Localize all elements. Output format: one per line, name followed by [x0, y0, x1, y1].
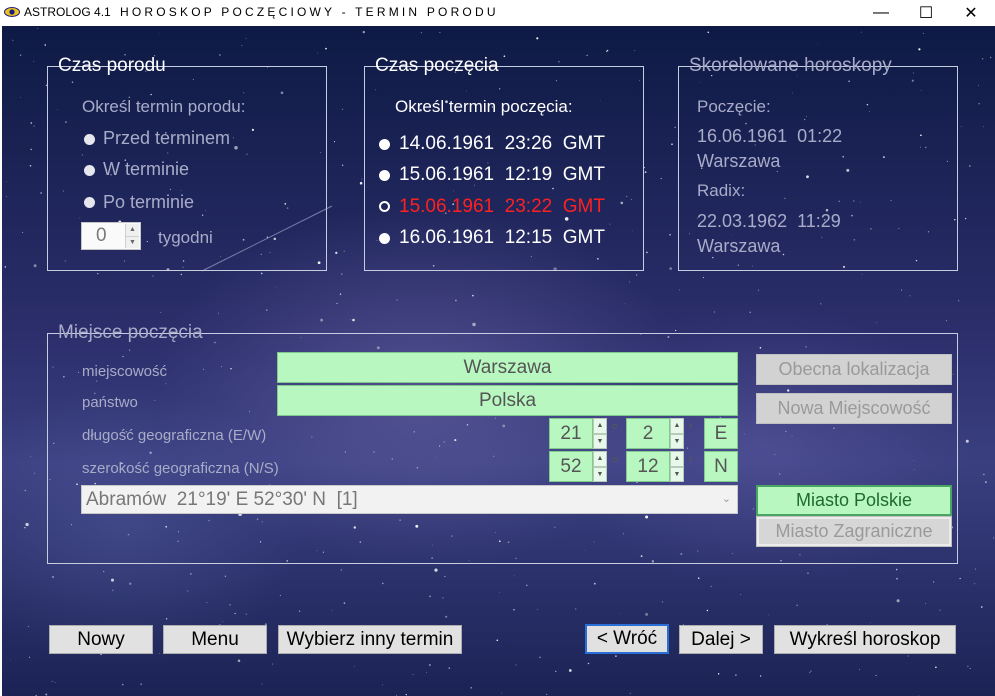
- longitude-degrees-field[interactable]: 21: [549, 418, 593, 449]
- latitude-degrees-field[interactable]: 52: [549, 451, 593, 482]
- weeks-spinner[interactable]: 0 ▲ ▼: [81, 222, 141, 250]
- conception-time-group: Czas poczęcia Określ termin poczęcia: 14…: [364, 55, 644, 271]
- place-group: Miejsce poczęcia miejscowość Warszawa pa…: [47, 322, 958, 564]
- spin-down-icon[interactable]: ▼: [670, 433, 684, 449]
- weeks-spinner-arrows[interactable]: ▲ ▼: [125, 224, 139, 248]
- degree-symbol: °: [611, 421, 619, 441]
- spin-down-icon[interactable]: ▼: [593, 466, 607, 482]
- radio-conception-2[interactable]: [379, 170, 390, 181]
- latitude-direction-field[interactable]: N: [704, 451, 738, 482]
- degree-symbol: °: [611, 454, 619, 474]
- maximize-button[interactable]: ☐: [903, 0, 949, 26]
- correlated-radix-datetime: 22.03.1962 11:29: [697, 211, 841, 231]
- chevron-down-icon[interactable]: ⌄: [722, 486, 731, 513]
- latitude-label: szerokość geograficzna (N/S): [82, 460, 279, 477]
- app-name: ASTROLOG 4.1: [24, 5, 111, 19]
- longitude-direction-field[interactable]: E: [704, 418, 738, 449]
- current-location-button[interactable]: Obecna lokalizacja: [756, 354, 952, 385]
- city-combobox-value: Abramów 21°19' E 52°30' N [1]: [86, 489, 358, 510]
- close-button[interactable]: ✕: [948, 0, 994, 26]
- longitude-degrees-spinner[interactable]: ▲ ▼: [593, 418, 607, 449]
- spin-up-icon[interactable]: ▲: [670, 451, 684, 467]
- title-bar: ASTROLOG 4.1 HOROSKOP POCZĘCIOWY - TERMI…: [0, 0, 995, 26]
- latitude-minutes-field[interactable]: 12: [626, 451, 670, 482]
- birth-time-prompt: Określ termin porodu:: [82, 97, 246, 116]
- new-button[interactable]: Nowy: [49, 625, 153, 654]
- weeks-label: tygodni: [158, 228, 213, 247]
- birth-time-group: Czas porodu Określ termin porodu: Przed …: [47, 55, 327, 271]
- birth-time-legend: Czas porodu: [58, 55, 166, 76]
- radio-after-term[interactable]: [84, 197, 95, 208]
- correlated-conception-city: Warszawa: [697, 151, 781, 171]
- conception-time-prompt: Określ termin poczęcia:: [395, 97, 573, 116]
- conception-option-1[interactable]: 14.06.1961 23:26 GMT: [399, 133, 605, 155]
- place-legend: Miejsce poczęcia: [58, 322, 203, 343]
- longitude-minutes-spinner[interactable]: ▲ ▼: [670, 418, 684, 449]
- polish-city-button[interactable]: Miasto Polskie: [756, 485, 952, 516]
- minute-symbol: ': [689, 421, 693, 441]
- spin-down-icon[interactable]: ▼: [125, 235, 139, 248]
- minimize-button[interactable]: —: [858, 0, 904, 26]
- radio-conception-3-selected[interactable]: [379, 201, 390, 212]
- spin-up-icon[interactable]: ▲: [670, 418, 684, 434]
- draw-horoscope-button[interactable]: Wykreśl horoskop: [774, 625, 956, 654]
- conception-option-4[interactable]: 16.06.1961 12:15 GMT: [399, 227, 605, 249]
- spin-down-icon[interactable]: ▼: [593, 433, 607, 449]
- radio-before-term[interactable]: [84, 134, 95, 145]
- city-combobox[interactable]: Abramów 21°19' E 52°30' N [1] ⌄: [81, 485, 738, 514]
- latitude-minutes-spinner[interactable]: ▲ ▼: [670, 451, 684, 482]
- correlated-group: Skorelowane horoskopy Poczęcie: 16.06.19…: [678, 55, 958, 271]
- menu-button[interactable]: Menu: [163, 625, 267, 654]
- correlated-radix-label: Radix:: [697, 181, 746, 200]
- longitude-label: długość geograficzna (E/W): [82, 427, 267, 444]
- spin-up-icon[interactable]: ▲: [593, 451, 607, 467]
- radio-on-term[interactable]: [84, 165, 95, 176]
- choose-other-term-button[interactable]: Wybierz inny termin: [278, 625, 462, 654]
- correlated-legend: Skorelowane horoskopy: [689, 55, 892, 76]
- option-on-term[interactable]: W terminie: [103, 159, 189, 180]
- app-eye-icon: [4, 7, 20, 17]
- longitude-minutes-field[interactable]: 2: [626, 418, 670, 449]
- option-before-term[interactable]: Przed terminem: [103, 128, 230, 149]
- next-button[interactable]: Dalej >: [679, 625, 763, 654]
- correlated-radix-city: Warszawa: [697, 236, 781, 256]
- latitude-degrees-spinner[interactable]: ▲ ▼: [593, 451, 607, 482]
- spin-up-icon[interactable]: ▲: [125, 224, 139, 236]
- country-label: państwo: [82, 394, 138, 411]
- foreign-city-button[interactable]: Miasto Zagraniczne: [756, 516, 952, 547]
- main-panel: Czas porodu Określ termin porodu: Przed …: [2, 26, 995, 696]
- back-button[interactable]: < Wróć: [585, 624, 669, 654]
- country-field[interactable]: Polska: [277, 385, 738, 416]
- city-label: miejscowość: [82, 363, 168, 380]
- radio-conception-4[interactable]: [379, 233, 390, 244]
- radio-conception-1[interactable]: [379, 139, 390, 150]
- minute-symbol: ': [689, 454, 693, 474]
- conception-time-legend: Czas poczęcia: [375, 55, 499, 76]
- new-city-button[interactable]: Nowa Miejscowość: [756, 393, 952, 424]
- correlated-conception-datetime: 16.06.1961 01:22: [697, 126, 843, 146]
- spin-up-icon[interactable]: ▲: [593, 418, 607, 434]
- conception-option-2[interactable]: 15.06.1961 12:19 GMT: [399, 164, 605, 186]
- option-after-term[interactable]: Po terminie: [103, 192, 194, 213]
- correlated-conception-label: Poczęcie:: [697, 97, 771, 116]
- weeks-value: 0: [96, 225, 107, 246]
- city-field[interactable]: Warszawa: [277, 352, 738, 383]
- window-title: HOROSKOP POCZĘCIOWY - TERMIN PORODU: [120, 5, 499, 19]
- spin-down-icon[interactable]: ▼: [670, 466, 684, 482]
- conception-option-3-selected[interactable]: 15.06.1961 23:22 GMT: [399, 196, 605, 218]
